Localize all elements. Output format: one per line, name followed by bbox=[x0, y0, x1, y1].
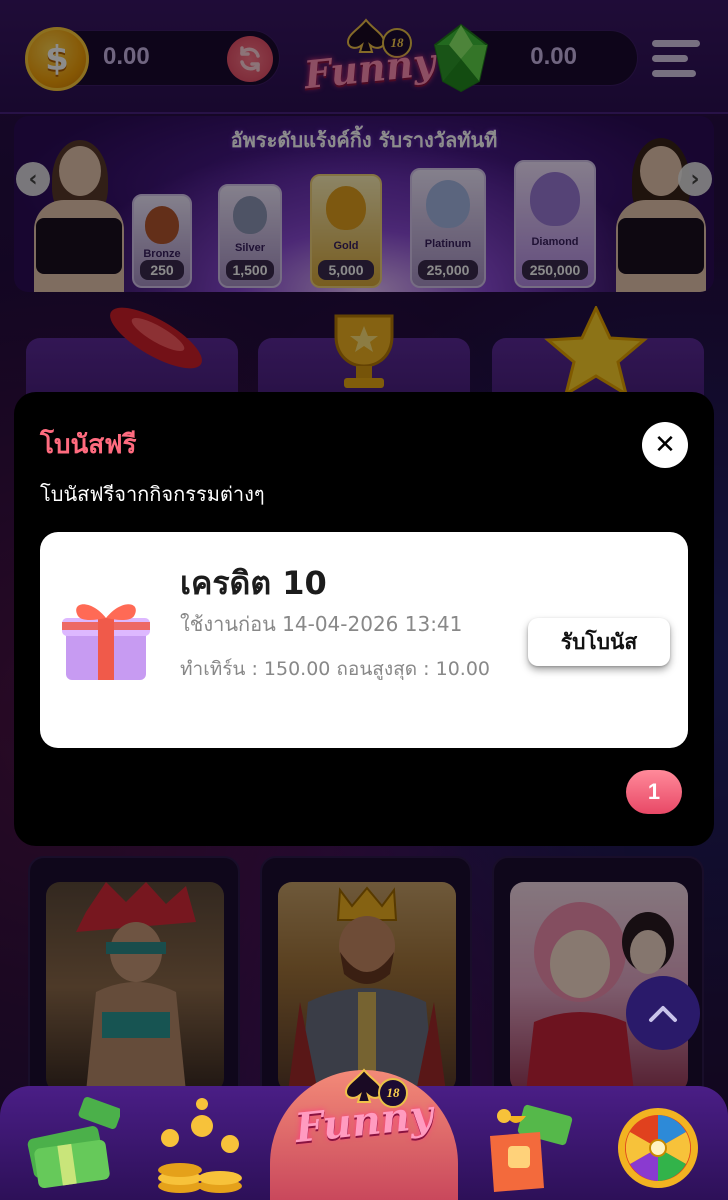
gift-box-icon bbox=[62, 604, 150, 680]
nav-cashback-button[interactable] bbox=[480, 1096, 580, 1196]
close-button[interactable]: ✕ bbox=[642, 422, 688, 468]
nav-withdraw-button[interactable] bbox=[150, 1096, 250, 1196]
modal-title: โบนัสฟรี bbox=[40, 430, 137, 460]
close-icon: ✕ bbox=[654, 430, 676, 460]
nav-deposit-button[interactable] bbox=[20, 1096, 122, 1196]
cash-stack-icon bbox=[27, 1096, 122, 1189]
bonus-expire-date: ใช้งานก่อน 14-04-2026 13:41 bbox=[180, 612, 463, 636]
claim-bonus-button[interactable]: รับโบนัส bbox=[528, 618, 670, 666]
scroll-to-top-button[interactable] bbox=[626, 976, 700, 1050]
gold-coins-icon bbox=[158, 1098, 242, 1193]
bonus-terms: ทำเทิร์น : 150.00 ถอนสูงสุด : 10.00 bbox=[180, 658, 490, 680]
nav-lucky-wheel-button[interactable] bbox=[612, 1096, 712, 1196]
bonus-title: เครดิต 10 bbox=[180, 564, 327, 602]
pagination-page-1[interactable]: 1 bbox=[626, 770, 682, 814]
logo-text: Funny bbox=[292, 1090, 436, 1153]
bonus-card: เครดิต 10 ใช้งานก่อน 14-04-2026 13:41 ทำ… bbox=[40, 532, 688, 748]
chevron-up-icon bbox=[649, 1006, 677, 1022]
money-bag-icon bbox=[490, 1104, 573, 1192]
free-bonus-modal: โบนัสฟรี โบนัสฟรีจากกิจกรรมต่างๆ ✕ เครดิ… bbox=[14, 392, 714, 846]
modal-subtitle: โบนัสฟรีจากกิจกรรมต่างๆ bbox=[40, 482, 265, 506]
spin-wheel-icon bbox=[618, 1108, 698, 1188]
